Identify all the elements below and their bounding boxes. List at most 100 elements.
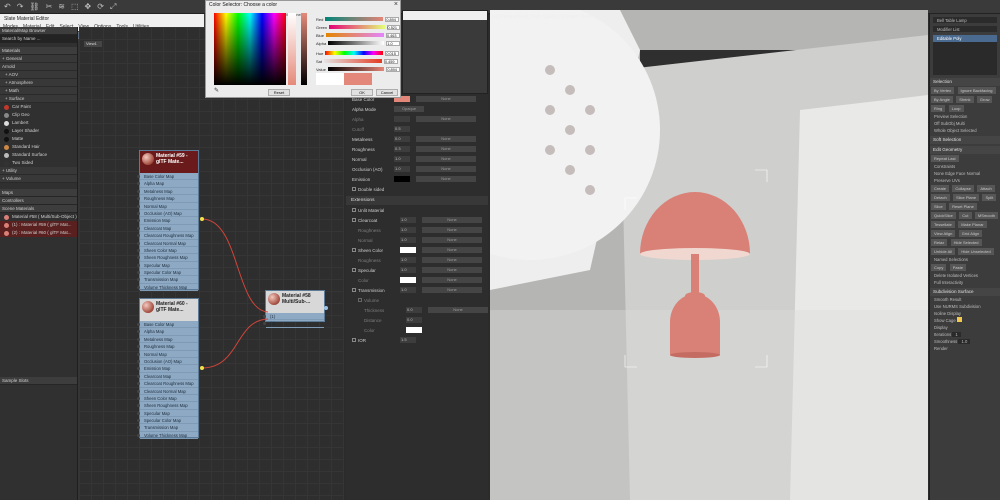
- section-subdivision-surface[interactable]: Subdivision Surface: [930, 288, 1000, 296]
- cat-arnold[interactable]: Arnold: [0, 63, 77, 71]
- stack-item-editable-poly[interactable]: Editable Poly: [933, 35, 997, 42]
- eyedropper-icon[interactable]: ✎: [214, 87, 219, 94]
- map-button[interactable]: None: [416, 116, 476, 122]
- slot[interactable]: Volume Thickness Map: [137, 284, 198, 292]
- cat-volume[interactable]: + Volume: [0, 175, 77, 183]
- slot[interactable]: Metalness Map: [137, 336, 198, 344]
- param-value[interactable]: 0.3: [394, 146, 410, 152]
- checkbox[interactable]: [358, 298, 362, 302]
- multi-sub-node-58[interactable]: Material #58 Multi/Sub-... (1) (2): [263, 290, 325, 328]
- select-icon[interactable]: ⬚: [71, 2, 79, 12]
- ok-button[interactable]: OK: [351, 89, 373, 96]
- list-item[interactable]: Standard Surface: [0, 151, 77, 159]
- slot[interactable]: Transmission Map: [137, 276, 198, 284]
- alpha-input[interactable]: 1.0: [386, 40, 400, 46]
- map-button[interactable]: None: [416, 146, 476, 152]
- repeat-last-button[interactable]: Repeat Last: [931, 155, 959, 162]
- map-button[interactable]: None: [416, 176, 476, 182]
- grow-button[interactable]: Grow: [976, 96, 993, 103]
- green-input[interactable]: 0.521: [386, 24, 400, 30]
- slot[interactable]: Sheen Roughness Map: [137, 254, 198, 262]
- param-value[interactable]: 0.0: [394, 136, 410, 142]
- preview-multi-radio[interactable]: Multi: [956, 121, 965, 126]
- slice-plane-button[interactable]: Slice Plane: [953, 194, 980, 201]
- param-value[interactable]: 1.0: [400, 287, 416, 293]
- list-item[interactable]: (1) : Material #59 ( glTF Mat...: [0, 221, 77, 229]
- param-value[interactable]: 1.0: [400, 237, 416, 243]
- by-angle-button[interactable]: By Angle: [931, 96, 953, 103]
- map-button[interactable]: None: [416, 136, 476, 142]
- slot[interactable]: Base Color Map: [137, 321, 198, 329]
- hue-picker[interactable]: [214, 13, 286, 85]
- checkbox[interactable]: [352, 187, 356, 191]
- split-checkbox[interactable]: Split: [982, 194, 997, 201]
- map-button[interactable]: None: [416, 156, 476, 162]
- checkbox[interactable]: [352, 218, 356, 222]
- cat-general[interactable]: + General: [0, 55, 77, 63]
- slot[interactable]: Normal Map: [137, 351, 198, 358]
- object-name-field[interactable]: Bell Table Lamp: [933, 17, 997, 23]
- constraint-normal-radio[interactable]: Normal: [967, 171, 981, 176]
- cat-utility[interactable]: + Utility: [0, 167, 77, 175]
- slot[interactable]: Occlusion (AO) Map: [137, 358, 198, 366]
- green-slider[interactable]: [329, 25, 385, 29]
- blue-slider[interactable]: [326, 33, 384, 37]
- node-header[interactable]: Material #60 - glTF Mate...: [140, 299, 198, 321]
- param-value[interactable]: 1.0: [400, 217, 416, 223]
- section-edit-geometry[interactable]: Edit Geometry: [930, 146, 1000, 154]
- collapse-button[interactable]: Collapse: [952, 185, 974, 192]
- create-button[interactable]: Create: [931, 185, 950, 192]
- node-header[interactable]: Material #59 - glTF Mate...: [140, 151, 198, 173]
- view-align-button[interactable]: View Align: [931, 230, 956, 237]
- list-item[interactable]: Matte: [0, 135, 77, 143]
- volume-color-swatch[interactable]: [406, 327, 422, 333]
- link-icon[interactable]: ⛓: [29, 2, 39, 12]
- cage-color-swatch[interactable]: [956, 317, 962, 322]
- reset-plane-button[interactable]: Reset Plane: [949, 203, 977, 210]
- map-button[interactable]: None: [422, 237, 482, 243]
- use-nurms-checkbox[interactable]: Use NURMS Subdivision: [930, 303, 1000, 310]
- extensions-header[interactable]: Extensions: [346, 196, 488, 205]
- cat-aov[interactable]: + AOV: [0, 71, 77, 79]
- list-item[interactable]: Lambert: [0, 119, 77, 127]
- blue-input[interactable]: 0.463: [386, 32, 400, 38]
- slot[interactable]: Clearcoat Map: [137, 225, 198, 233]
- tessellate-button[interactable]: Tessellate: [931, 221, 955, 228]
- map-button[interactable]: None: [416, 166, 476, 172]
- value-input[interactable]: 0.894: [386, 66, 400, 72]
- cat-atmosphere[interactable]: + Atmosphere: [0, 79, 77, 87]
- preview-subobj-radio[interactable]: SubObj: [941, 121, 955, 126]
- list-item[interactable]: Clip Geo: [0, 111, 77, 119]
- isoline-display-checkbox[interactable]: Isoline Display: [930, 310, 1000, 317]
- alpha-slider[interactable]: [328, 41, 385, 45]
- delete-isolated-checkbox[interactable]: Delete Isolated Vertices: [930, 272, 1000, 279]
- list-item[interactable]: Layer Shader: [0, 127, 77, 135]
- map-button[interactable]: None: [422, 217, 482, 223]
- hide-unselected-button[interactable]: Hide Unselected: [958, 248, 994, 255]
- smooth-result-checkbox[interactable]: Smooth Result: [930, 296, 1000, 303]
- cancel-button[interactable]: Cancel: [376, 89, 398, 96]
- hue-input[interactable]: 0.015: [385, 50, 400, 56]
- sample-slots[interactable]: Sample Slots: [0, 377, 77, 385]
- param-value[interactable]: 1.0: [394, 156, 410, 162]
- material-node-59[interactable]: Material #59 - glTF Mate... Base Color M…: [137, 150, 199, 292]
- param-value[interactable]: 1.0: [394, 166, 410, 172]
- map-button[interactable]: None: [428, 307, 488, 313]
- unhide-all-button[interactable]: Unhide All: [931, 248, 956, 255]
- list-item[interactable]: Car Paint: [0, 103, 77, 111]
- slot[interactable]: Specular Map: [137, 262, 198, 270]
- slot[interactable]: Occlusion (AO) Map: [137, 210, 198, 218]
- blackness-slider[interactable]: [301, 13, 307, 85]
- hue-slider[interactable]: [325, 51, 384, 55]
- preview-off-radio[interactable]: Off: [934, 121, 940, 126]
- map-button[interactable]: None: [416, 96, 476, 102]
- param-value[interactable]: 1.0: [400, 267, 416, 273]
- map-button[interactable]: None: [422, 277, 482, 283]
- param-value[interactable]: 0.0: [406, 307, 422, 313]
- cat-surface[interactable]: + Surface: [0, 95, 77, 103]
- map-button[interactable]: None: [422, 287, 482, 293]
- iterations-input[interactable]: 1: [952, 332, 961, 337]
- slot[interactable]: (2): [263, 320, 324, 328]
- smoothness-input[interactable]: 1.0: [958, 339, 971, 344]
- loop-button[interactable]: Loop: [948, 105, 964, 112]
